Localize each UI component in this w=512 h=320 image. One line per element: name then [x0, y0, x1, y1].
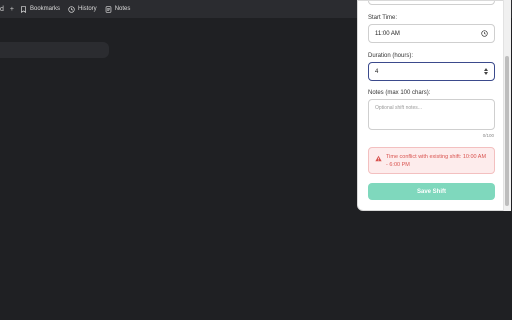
save-shift-button[interactable]: Save Shift [368, 183, 495, 200]
conflict-error-alert: Time conflict with existing shift: 10:00… [368, 147, 495, 174]
toolbar-item-notes[interactable]: Notes [105, 5, 131, 13]
error-message: Time conflict with existing shift: 10:00… [386, 154, 487, 168]
toolbar-item-label: Bookmarks [30, 6, 61, 12]
start-time-input[interactable]: 11:00 AM [368, 24, 495, 43]
notes-char-counter: 0/100 [482, 133, 494, 138]
toolbar-item-label: History [78, 6, 97, 12]
bookmark-icon [20, 5, 27, 13]
toolbar-item-label: Notes [114, 6, 131, 12]
start-time-value: 11:00 AM [375, 30, 400, 37]
previous-field[interactable] [368, 1, 495, 5]
chevron-up-icon[interactable] [484, 68, 488, 71]
notes-label: Notes (max 100 chars): [368, 90, 431, 96]
toolbar-item-history[interactable]: History [68, 5, 97, 13]
clock-icon[interactable] [481, 30, 488, 37]
duration-stepper[interactable] [484, 68, 488, 75]
notes-textarea[interactable]: Optional shift notes... [368, 99, 495, 130]
shift-form-panel: Start Time: 11:00 AM Duration (hours): 4… [357, 0, 511, 211]
duration-input[interactable]: 4 [368, 62, 495, 81]
add-bookmark-button[interactable]: + [10, 6, 14, 13]
toolbar-partial-item[interactable]: d [0, 6, 4, 13]
warning-icon [375, 155, 382, 162]
chevron-down-icon[interactable] [484, 72, 488, 75]
notes-icon [105, 5, 112, 13]
notes-placeholder: Optional shift notes... [375, 105, 422, 111]
duration-value: 4 [375, 68, 379, 75]
start-time-label: Start Time: [368, 15, 398, 21]
duration-label: Duration (hours): [368, 53, 414, 59]
history-icon [68, 5, 75, 13]
panel-scrollbar-thumb[interactable] [505, 56, 509, 206]
address-bar[interactable] [0, 42, 109, 58]
toolbar-item-bookmarks[interactable]: Bookmarks [20, 5, 61, 13]
